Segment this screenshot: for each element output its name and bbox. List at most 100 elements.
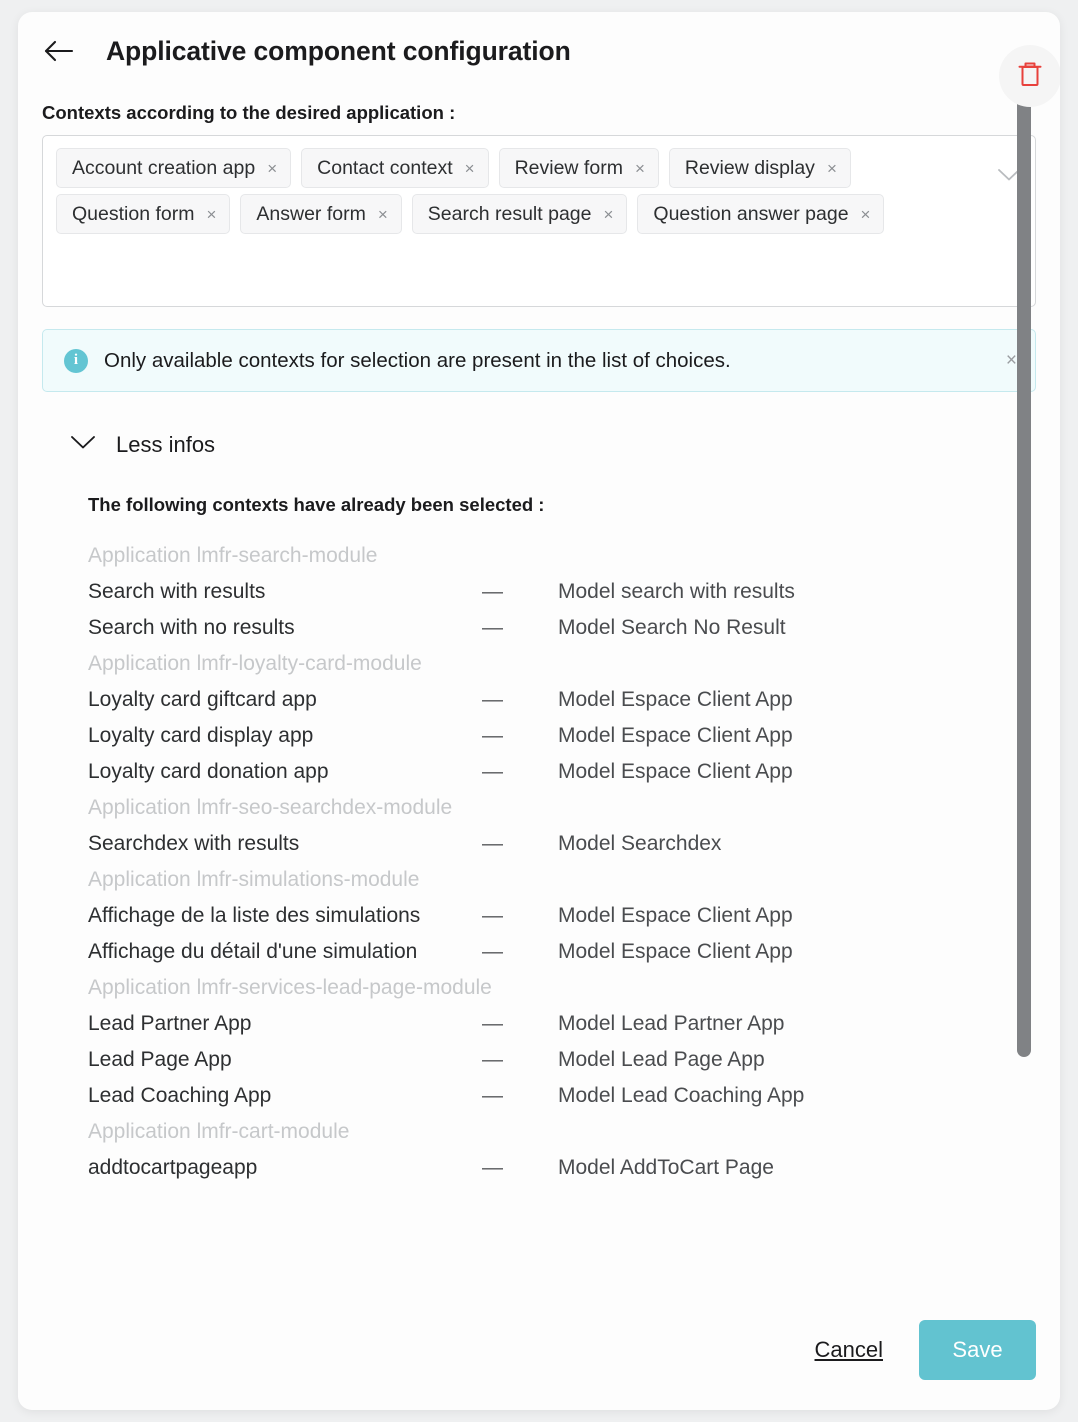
row-separator-dash: —: [482, 832, 503, 855]
context-row: Loyalty card giftcard app — Model Espace C…: [88, 682, 1036, 718]
context-model: Model Lead Coaching App: [558, 1084, 805, 1107]
page-title: Applicative component configuration: [106, 35, 571, 66]
context-chip[interactable]: Review form ×: [498, 148, 659, 188]
delete-button[interactable]: [999, 45, 1060, 107]
row-separator-dash: —: [482, 616, 503, 639]
context-name: Affichage de la liste des simulations: [88, 904, 421, 927]
remove-chip-icon[interactable]: ×: [603, 206, 613, 223]
application-group-label: Application lmfr-loyalty-card-module: [88, 652, 422, 675]
context-chip[interactable]: Question form ×: [56, 194, 231, 234]
cancel-button[interactable]: Cancel: [815, 1337, 883, 1363]
remove-chip-icon[interactable]: ×: [206, 206, 216, 223]
context-name: Loyalty card display app: [88, 724, 314, 747]
row-separator-dash: —: [482, 724, 503, 747]
context-model: Model Searchdex: [558, 832, 722, 855]
context-name: Searchdex with results: [88, 832, 300, 855]
context-row: Lead Page App — Model Lead Page App: [88, 1042, 1036, 1078]
context-row: Loyalty card display app — Model Espace Cl…: [88, 718, 1036, 754]
context-row: Loyalty card donation app — Model Espace C…: [88, 754, 1036, 790]
row-separator-dash: —: [482, 904, 503, 927]
vertical-scrollbar-thumb[interactable]: [1017, 55, 1031, 1057]
context-model: Model Espace Client App: [558, 904, 793, 927]
context-chip[interactable]: Account creation app ×: [56, 148, 292, 188]
chevron-down-icon: [70, 435, 96, 455]
row-separator-dash: —: [482, 1048, 503, 1071]
info-banner-message: Only available contexts for selection ar…: [104, 348, 731, 372]
selected-contexts-scroll-area[interactable]: The following contexts have already been…: [42, 482, 1036, 1252]
configuration-card: Applicative component configuration Cont…: [18, 12, 1060, 1410]
context-chip-label: Question form: [72, 202, 195, 225]
card-footer: Cancel Save: [18, 1290, 1060, 1410]
info-icon: i: [64, 348, 88, 373]
context-model: Model search with results: [558, 580, 795, 603]
context-model: Model Search No Result: [558, 616, 786, 639]
context-chip-label: Contact context: [317, 156, 453, 179]
context-model: Model Espace Client App: [558, 688, 793, 711]
application-group-label: Application lmfr-services-lead-page-modu…: [88, 976, 492, 999]
close-icon[interactable]: ×: [998, 351, 1017, 370]
context-name: Lead Partner App: [88, 1012, 252, 1035]
context-chip-label: Answer form: [256, 202, 366, 225]
row-separator-dash: —: [482, 1084, 503, 1107]
card-header: Applicative component configuration: [18, 12, 1060, 90]
context-row: Search with results — Model search with re…: [88, 574, 1036, 610]
less-infos-label: Less infos: [116, 432, 216, 457]
context-chip-label: Search result page: [427, 202, 592, 225]
remove-chip-icon[interactable]: ×: [267, 160, 277, 177]
arrow-left-icon: [44, 40, 74, 62]
context-row: Search with no results — Model Search No R…: [88, 610, 1036, 646]
context-chip-label: Question answer page: [653, 202, 849, 225]
context-model: Model AddToCart Page: [558, 1156, 774, 1179]
context-row: Searchdex with results — Model Searchdex: [88, 826, 1036, 862]
row-separator-dash: —: [482, 580, 503, 603]
context-chip[interactable]: Question answer page ×: [637, 194, 885, 234]
context-name: Loyalty card giftcard app: [88, 688, 317, 711]
row-separator-dash: —: [482, 1156, 503, 1179]
save-button[interactable]: Save: [919, 1320, 1036, 1380]
trash-icon: [1017, 60, 1043, 93]
context-row: Affichage du détail d'une simulation — Mod…: [88, 934, 1036, 970]
remove-chip-icon[interactable]: ×: [635, 160, 645, 177]
row-separator-dash: —: [482, 1012, 503, 1035]
less-infos-toggle[interactable]: Less infos: [70, 432, 215, 458]
list-heading: The following contexts have already been…: [88, 494, 545, 515]
remove-chip-icon[interactable]: ×: [861, 206, 871, 223]
context-chip-label: Review display: [684, 156, 815, 179]
context-chip[interactable]: Review display ×: [668, 148, 851, 188]
context-row: addtocartpageapp — Model AddToCart Page: [88, 1150, 1036, 1186]
context-model: Model Espace Client App: [558, 940, 793, 963]
context-name: Loyalty card donation app: [88, 760, 329, 783]
context-name: Affichage du détail d'une simulation: [88, 940, 418, 963]
info-banner: i Only available contexts for selection …: [42, 329, 1036, 392]
remove-chip-icon[interactable]: ×: [465, 160, 475, 177]
context-name: Lead Page App: [88, 1048, 232, 1071]
context-chip[interactable]: Search result page ×: [411, 194, 628, 234]
context-model: Model Lead Partner App: [558, 1012, 785, 1035]
context-chip-label: Account creation app: [72, 156, 256, 179]
row-separator-dash: —: [482, 760, 503, 783]
contexts-multiselect[interactable]: Account creation app × Contact context × Rev…: [42, 135, 1036, 307]
contexts-field-label: Contexts according to the desired applic…: [42, 102, 456, 123]
context-chip[interactable]: Contact context ×: [301, 148, 489, 188]
context-model: Model Espace Client App: [558, 760, 793, 783]
row-separator-dash: —: [482, 688, 503, 711]
context-groups: Application lmfr-search-module Search wit…: [88, 538, 1036, 1186]
context-model: Model Lead Page App: [558, 1048, 765, 1071]
context-row: Lead Coaching App — Model Lead Coaching Ap…: [88, 1078, 1036, 1114]
application-group-label: Application lmfr-search-module: [88, 544, 378, 567]
application-group-label: Application lmfr-seo-searchdex-module: [88, 796, 453, 819]
remove-chip-icon[interactable]: ×: [827, 160, 837, 177]
context-name: Search with results: [88, 580, 266, 603]
application-group-label: Application lmfr-simulations-module: [88, 868, 420, 891]
context-row: Affichage de la liste des simulations — Mo…: [88, 898, 1036, 934]
context-row: Lead Partner App — Model Lead Partner App: [88, 1006, 1036, 1042]
context-name: Search with no results: [88, 616, 295, 639]
remove-chip-icon[interactable]: ×: [378, 206, 388, 223]
context-name: Lead Coaching App: [88, 1084, 272, 1107]
row-separator-dash: —: [482, 940, 503, 963]
context-chip[interactable]: Answer form ×: [240, 194, 402, 234]
context-chip-label: Review form: [514, 156, 623, 179]
back-button[interactable]: [42, 34, 76, 68]
context-model: Model Espace Client App: [558, 724, 793, 747]
chip-list: Account creation app × Contact context × Rev…: [56, 148, 989, 234]
